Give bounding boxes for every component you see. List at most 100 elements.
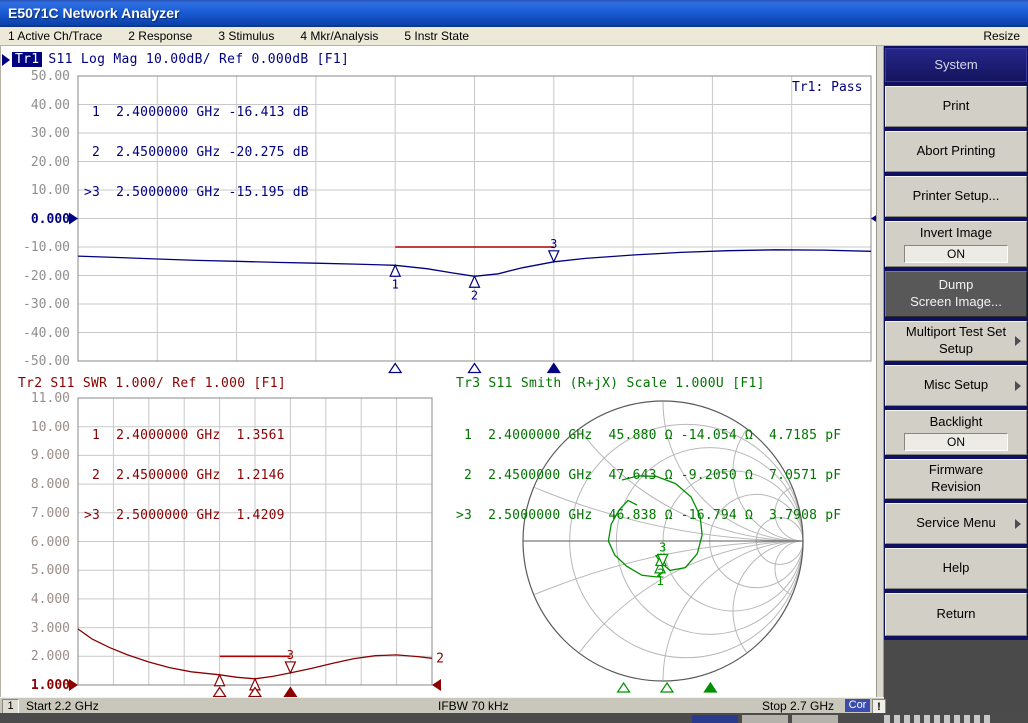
softkey-print-label: Print — [943, 98, 970, 115]
tr1-axis-label: 20.00 — [8, 155, 70, 170]
tr2-axis-label: 7.000 — [8, 506, 70, 521]
tr1-axis-label: -50.00 — [8, 354, 70, 369]
submenu-arrow-icon — [1015, 519, 1021, 529]
softkey-multiport-test-set-setup[interactable]: Multiport Test Set Setup — [885, 321, 1027, 361]
softkey-invert-image[interactable]: Invert Image ON — [885, 221, 1027, 267]
softkey-invert-image-label: Invert Image — [920, 225, 992, 242]
softkey-multiport-label: Multiport Test Set Setup — [906, 324, 1006, 358]
softkey-backlight-label: Backlight — [930, 414, 983, 431]
softkey-system-label: System — [934, 57, 977, 74]
clipped-clock-digits — [884, 715, 994, 723]
tr2-axis-label: 2.000 — [8, 649, 70, 664]
tr2-axis-label: 9.000 — [8, 448, 70, 463]
tr1-limit-status: Tr1: Pass — [792, 80, 862, 95]
start-frequency-readout: Start 2.2 GHz — [26, 699, 99, 713]
softkey-service-menu[interactable]: Service Menu — [885, 503, 1027, 544]
softkey-return-label: Return — [936, 606, 975, 623]
tr1-axis-label: 50.00 — [8, 69, 70, 84]
tr2-badge[interactable]: Tr2 — [18, 376, 42, 391]
tr1-marker-row: >3 2.5000000 GHz -15.195 dB — [84, 186, 309, 199]
resize-control[interactable]: Resize — [983, 29, 1020, 43]
tr3-badge[interactable]: Tr3 — [456, 376, 480, 391]
active-trace-arrow-icon — [2, 54, 10, 66]
tr2-axis-label: 5.000 — [8, 563, 70, 578]
tr1-marker-row: 2 2.4500000 GHz -20.275 dB — [84, 146, 309, 159]
window-titlebar: E5071C Network Analyzer — [0, 0, 1028, 27]
clipped-taskbar-item — [742, 715, 788, 723]
softkey-invert-image-state[interactable]: ON — [904, 245, 1008, 263]
tr1-axis-reference-label: 0.000 — [8, 212, 70, 227]
tr1-marker-table: 1 2.4000000 GHz -16.413 dB 2 2.4500000 G… — [84, 79, 309, 226]
softkey-firmware-revision-label: Firmware Revision — [929, 462, 983, 496]
tr1-marker-row: 1 2.4000000 GHz -16.413 dB — [84, 106, 309, 119]
tr3-marker-row: 1 2.4000000 GHz 45.880 Ω -14.054 Ω 4.718… — [456, 429, 841, 442]
softkey-dump-screen-image[interactable]: Dump Screen Image... — [885, 271, 1027, 317]
tr3-header[interactable]: Tr3 S11 Smith (R+jX) Scale 1.000U [F1] — [456, 376, 765, 391]
tr1-header[interactable]: Tr1 S11 Log Mag 10.00dB/ Ref 0.000dB [F1… — [2, 52, 349, 67]
tr2-axis-label: 4.000 — [8, 592, 70, 607]
tr1-axis-label: 10.00 — [8, 183, 70, 198]
window-title: E5071C Network Analyzer — [8, 5, 179, 21]
softkey-abort-printing-label: Abort Printing — [917, 143, 996, 160]
tr2-axis-label: 11.00 — [8, 391, 70, 406]
softkey-return[interactable]: Return — [885, 593, 1027, 636]
softkey-abort-printing[interactable]: Abort Printing — [885, 131, 1027, 172]
tr2-axis-label: 10.00 — [8, 420, 70, 435]
stop-frequency-readout: Stop 2.7 GHz — [762, 699, 834, 713]
softkey-backlight-state[interactable]: ON — [904, 433, 1008, 451]
tr2-header[interactable]: Tr2 S11 SWR 1.000/ Ref 1.000 [F1] — [18, 376, 286, 391]
softkey-service-menu-label: Service Menu — [916, 515, 995, 532]
softkey-print[interactable]: Print — [885, 86, 1027, 127]
tr2-title: S11 SWR 1.000/ Ref 1.000 [F1] — [50, 376, 286, 391]
softkey-dump-screen-image-label: Dump Screen Image... — [910, 277, 1002, 311]
menu-active-ch-trace[interactable]: 1 Active Ch/Trace — [8, 29, 102, 43]
tr2-marker-table: 1 2.4000000 GHz 1.3561 2 2.4500000 GHz 1… — [84, 402, 285, 549]
menu-mkr-analysis[interactable]: 4 Mkr/Analysis — [300, 29, 378, 43]
tr3-marker-row: >3 2.5000000 GHz 46.838 Ω -16.794 Ω 3.79… — [456, 509, 841, 522]
channel-number-badge: 1 — [2, 699, 19, 714]
tr3-marker-row: 2 2.4500000 GHz 47.643 Ω -9.2050 Ω 7.057… — [456, 469, 841, 482]
tr1-axis-label: -10.00 — [8, 240, 70, 255]
softkey-sidebar: System Print Abort Printing Printer Setu… — [884, 46, 1028, 713]
tr2-axis-label: 8.000 — [8, 477, 70, 492]
tr2-axis-reference-label: 1.000 — [8, 678, 70, 693]
tr1-axis-label: -30.00 — [8, 297, 70, 312]
softkey-misc-setup[interactable]: Misc Setup — [885, 365, 1027, 406]
tr2-axis-label: 3.000 — [8, 621, 70, 636]
tr1-axis-label: -40.00 — [8, 326, 70, 341]
softkey-printer-setup-label: Printer Setup... — [913, 188, 1000, 205]
tr3-title: S11 Smith (R+jX) Scale 1.000U [F1] — [488, 376, 764, 391]
menu-response[interactable]: 2 Response — [128, 29, 192, 43]
menu-instr-state[interactable]: 5 Instr State — [404, 29, 469, 43]
ifbw-readout: IFBW 70 kHz — [438, 699, 509, 713]
clipped-taskbar-item — [792, 715, 838, 723]
softkey-system[interactable]: System — [885, 48, 1027, 82]
softkey-firmware-revision[interactable]: Firmware Revision — [885, 459, 1027, 499]
status-bar: 1 Start 2.2 GHz IFBW 70 kHz Stop 2.7 GHz… — [0, 697, 884, 714]
softkey-help-label: Help — [943, 560, 970, 577]
tr2-marker-row: 2 2.4500000 GHz 1.2146 — [84, 469, 285, 482]
tr1-axis-label: -20.00 — [8, 269, 70, 284]
clipped-task-strip — [0, 713, 1028, 723]
menu-stimulus[interactable]: 3 Stimulus — [218, 29, 274, 43]
correction-status-badge: Cor — [845, 699, 870, 712]
tr1-axis-label: 30.00 — [8, 126, 70, 141]
softkey-help[interactable]: Help — [885, 548, 1027, 589]
tr1-title: S11 Log Mag 10.00dB/ Ref 0.000dB [F1] — [48, 52, 349, 67]
softkey-backlight[interactable]: Backlight ON — [885, 410, 1027, 455]
tr1-axis-label: 40.00 — [8, 98, 70, 113]
menubar: 1 Active Ch/Trace 2 Response 3 Stimulus … — [0, 27, 1028, 46]
sidebar-empty-area — [884, 640, 1028, 713]
tr2-marker-row: >3 2.5000000 GHz 1.4209 — [84, 509, 285, 522]
tr1-badge[interactable]: Tr1 — [12, 52, 42, 67]
instrument-screen: E5071C Network Analyzer 1 Active Ch/Trac… — [0, 0, 1028, 723]
submenu-arrow-icon — [1015, 381, 1021, 391]
submenu-arrow-icon — [1015, 336, 1021, 346]
panel-splitter[interactable] — [876, 46, 884, 697]
tr2-marker-row: 1 2.4000000 GHz 1.3561 — [84, 429, 285, 442]
softkey-printer-setup[interactable]: Printer Setup... — [885, 176, 1027, 217]
softkey-misc-setup-label: Misc Setup — [924, 377, 988, 394]
clipped-taskbar-item — [692, 715, 738, 723]
tr3-marker-table: 1 2.4000000 GHz 45.880 Ω -14.054 Ω 4.718… — [456, 402, 841, 549]
tr2-axis-label: 6.000 — [8, 535, 70, 550]
